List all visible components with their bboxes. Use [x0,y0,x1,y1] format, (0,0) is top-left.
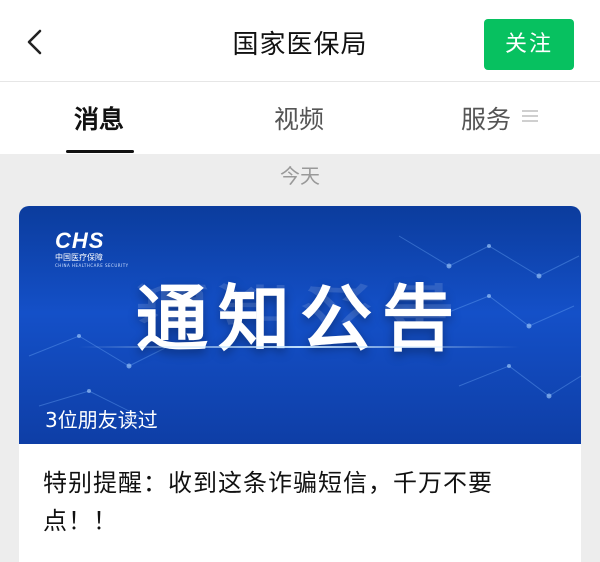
tab-videos[interactable]: 视频 [274,100,324,136]
article-headline[interactable]: 特别提醒：收到这条诈骗短信，千万不要点！！ [43,464,563,540]
chs-logo: CHS [55,228,105,253]
date-divider: 今天 [280,164,320,188]
glow-line-decoration [79,346,519,348]
top-bar: 国家医保局 关注 [0,0,600,82]
banner-title-reflection: 通知公告 [135,277,464,329]
tab-bar: 消息 视频 服务 [0,82,600,154]
tab-messages[interactable]: 消息 [74,100,124,136]
article-card[interactable]: CHS 中国医疗保障 CHINA HEALTHCARE SECURITY 通知公… [19,206,581,562]
active-tab-indicator [66,150,134,153]
menu-icon[interactable] [522,109,538,123]
friends-read-count: 3位朋友读过 [45,408,158,432]
article-banner[interactable]: CHS 中国医疗保障 CHINA HEALTHCARE SECURITY 通知公… [19,206,581,444]
tab-services[interactable]: 服务 [461,100,511,136]
follow-button[interactable]: 关注 [484,19,574,70]
